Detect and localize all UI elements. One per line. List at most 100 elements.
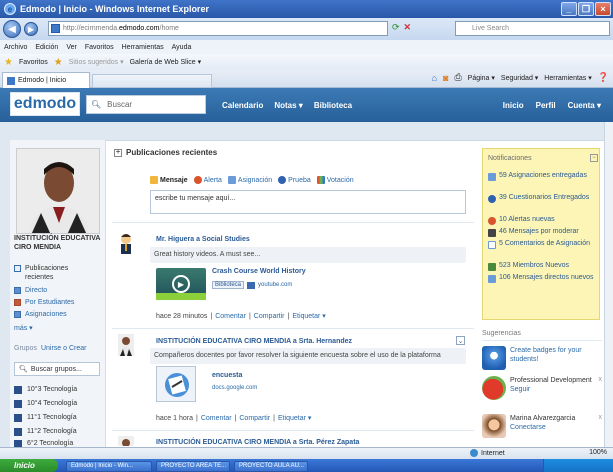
close-button[interactable]: × bbox=[595, 2, 611, 16]
notification-item[interactable]: 10 Alertas nuevas bbox=[488, 216, 600, 225]
add-favorite-icon[interactable]: ★ bbox=[54, 57, 63, 68]
menu-edicion[interactable]: Edición bbox=[35, 44, 58, 51]
play-icon: ▶ bbox=[172, 275, 190, 293]
share-link[interactable]: Compartir bbox=[254, 313, 285, 320]
post-avatar[interactable] bbox=[118, 232, 134, 254]
nav-notas[interactable]: Notas ▾ bbox=[274, 101, 302, 110]
suggestion-item[interactable]: Create badges for your students! bbox=[482, 346, 602, 370]
group-item[interactable]: 10°4 Tecnología bbox=[14, 397, 104, 410]
home-icon[interactable]: ⌂ bbox=[432, 73, 437, 83]
nav-inicio[interactable]: Inicio bbox=[503, 101, 524, 110]
post-title[interactable]: INSTITUCIÓN EDUCATIVA CIRO MENDIA a Srta… bbox=[156, 439, 359, 446]
post-title[interactable]: INSTITUCIÓN EDUCATIVA CIRO MENDIA a Srta… bbox=[156, 338, 352, 345]
tab-alerta[interactable]: Alerta bbox=[193, 176, 222, 184]
notification-item[interactable]: 39 Cuestionarios Entregados bbox=[488, 194, 600, 203]
notification-item[interactable]: 46 Mensajes por moderar bbox=[488, 228, 600, 237]
tab-prueba[interactable]: Prueba bbox=[278, 176, 311, 184]
collapse-icon[interactable]: + bbox=[114, 148, 122, 157]
back-button[interactable]: ◀ bbox=[3, 20, 21, 38]
restore-button[interactable]: ❐ bbox=[578, 2, 594, 16]
group-item[interactable]: 11°1 Tecnología bbox=[14, 411, 104, 424]
taskbar-item[interactable]: PROYECTO AREA TE... bbox=[156, 461, 230, 472]
tools-menu[interactable]: Herramientas ▾ bbox=[544, 74, 591, 82]
edmodo-search-input[interactable]: 🔍︎ Buscar bbox=[86, 95, 206, 114]
tab-mensaje[interactable]: Mensaje bbox=[150, 176, 188, 184]
profile-avatar[interactable] bbox=[16, 148, 100, 234]
tab-votacion[interactable]: Votación bbox=[316, 176, 354, 184]
favorites-button[interactable]: Favoritos bbox=[19, 59, 48, 66]
scrollbar[interactable] bbox=[604, 122, 613, 447]
group-item[interactable]: 10°3 Tecnología bbox=[14, 383, 104, 396]
notification-item[interactable]: 59 Asignaciones entregadas bbox=[488, 172, 600, 181]
print-icon[interactable]: ⎙ bbox=[454, 72, 461, 83]
suggestion-item[interactable]: Professional Development Seguir x bbox=[482, 376, 602, 400]
notification-item[interactable]: 106 Mensajes directos nuevos bbox=[488, 274, 600, 283]
compose-message-input[interactable]: escribe tu mensaje aquí... bbox=[150, 190, 466, 214]
help-icon[interactable]: ❓ bbox=[598, 72, 609, 83]
video-thumbnail[interactable]: ▶ bbox=[156, 268, 206, 300]
tab-asignacion[interactable]: Asignación bbox=[227, 176, 272, 184]
tab-edmodo[interactable]: Edmodo | Inicio bbox=[2, 72, 90, 88]
tag-link[interactable]: Etiquetar ▾ bbox=[292, 312, 325, 320]
nav-perfil[interactable]: Perfil bbox=[536, 101, 556, 110]
new-tab-button[interactable] bbox=[92, 74, 212, 88]
comment-link[interactable]: Comentar bbox=[215, 313, 246, 320]
students-icon bbox=[14, 299, 21, 306]
url-field[interactable]: http://ecirnmenda.edmodo.com/home bbox=[48, 21, 388, 36]
nav-biblioteca[interactable]: Biblioteca bbox=[314, 101, 352, 110]
suggested-sites[interactable]: Sitios sugeridos ▾ bbox=[69, 58, 124, 66]
start-button[interactable]: Inicio bbox=[0, 459, 58, 472]
page-menu[interactable]: Página ▾ bbox=[468, 74, 495, 82]
menu-archivo[interactable]: Archivo bbox=[4, 44, 27, 51]
notification-item[interactable]: 5 Comentarios de Asignación bbox=[488, 240, 600, 249]
menu-ayuda[interactable]: Ayuda bbox=[172, 44, 192, 51]
menu-ver[interactable]: Ver bbox=[66, 44, 77, 51]
join-create-link[interactable]: Unirse o Crear bbox=[41, 345, 87, 352]
sidebar-item-recent[interactable]: Publicaciones recientes bbox=[14, 264, 104, 282]
forward-button[interactable]: ▶ bbox=[24, 22, 38, 36]
sidebar-item-asignaciones[interactable]: Asignaciones bbox=[14, 311, 104, 318]
follow-button[interactable]: Seguir bbox=[510, 385, 592, 394]
menu-herramientas[interactable]: Herramientas bbox=[122, 44, 164, 51]
comment-link[interactable]: Comentar bbox=[201, 415, 232, 422]
close-icon[interactable]: x bbox=[599, 376, 603, 383]
badge-icon bbox=[482, 346, 506, 370]
nav-cuenta[interactable]: Cuenta ▾ bbox=[568, 101, 601, 110]
security-menu[interactable]: Seguridad ▾ bbox=[501, 74, 538, 82]
live-search-input[interactable]: Live Search bbox=[455, 21, 610, 36]
stop-icon[interactable]: ✕ bbox=[404, 22, 412, 33]
suggestion-item[interactable]: Marina Alvarezgarcia Conectarse x bbox=[482, 414, 602, 438]
feeds-icon[interactable]: ◙ bbox=[443, 73, 448, 83]
link-title[interactable]: Crash Course World History bbox=[212, 268, 306, 275]
menu-favoritos[interactable]: Favoritos bbox=[85, 44, 114, 51]
web-slice-gallery[interactable]: Galería de Web Slice ▾ bbox=[130, 58, 201, 66]
link-thumbnail[interactable] bbox=[156, 366, 196, 402]
close-icon[interactable]: x bbox=[599, 414, 603, 421]
link-meta: Biblioteca youtube.com bbox=[212, 281, 292, 289]
tag-link[interactable]: Etiquetar ▾ bbox=[278, 414, 311, 422]
account-nav: Inicio Perfil Cuenta ▾ bbox=[503, 101, 601, 110]
edmodo-logo[interactable]: edmodo bbox=[10, 92, 80, 116]
post-avatar[interactable] bbox=[118, 436, 134, 446]
taskbar-item[interactable]: PROYECTO AULA AU... bbox=[234, 461, 308, 472]
page-icon bbox=[51, 24, 60, 33]
nav-calendario[interactable]: Calendario bbox=[222, 101, 263, 110]
post-title[interactable]: Mr. Higuera a Social Studies bbox=[156, 236, 250, 243]
sidebar-more[interactable]: más ▾ bbox=[14, 324, 104, 332]
profile-name[interactable]: INSTITUCIÓN EDUCATIVA CIRO MENDIA bbox=[14, 234, 104, 252]
share-link[interactable]: Compartir bbox=[239, 415, 270, 422]
zoom-level[interactable]: 100% bbox=[589, 449, 607, 456]
sidebar-item-estudiantes[interactable]: Por Estudiantes bbox=[14, 299, 104, 306]
link-title[interactable]: encuesta bbox=[212, 372, 242, 379]
post-avatar[interactable] bbox=[118, 334, 134, 356]
minimize-button[interactable]: _ bbox=[561, 2, 577, 16]
sidebar-item-directo[interactable]: Directo bbox=[14, 287, 104, 294]
library-button[interactable]: Biblioteca bbox=[212, 281, 245, 289]
taskbar-item[interactable]: Edmodo | Inicio - Win... bbox=[66, 461, 152, 472]
refresh-icon[interactable]: ⟳ bbox=[392, 22, 400, 33]
groups-search-input[interactable]: 🔍︎ Buscar grupos... bbox=[14, 362, 100, 376]
connect-button[interactable]: Conectarse bbox=[510, 423, 575, 432]
notification-item[interactable]: 523 Miembros Nuevos bbox=[488, 262, 600, 271]
collapse-icon[interactable]: − bbox=[590, 154, 598, 162]
chevron-down-icon[interactable]: ⌄ bbox=[456, 336, 465, 345]
